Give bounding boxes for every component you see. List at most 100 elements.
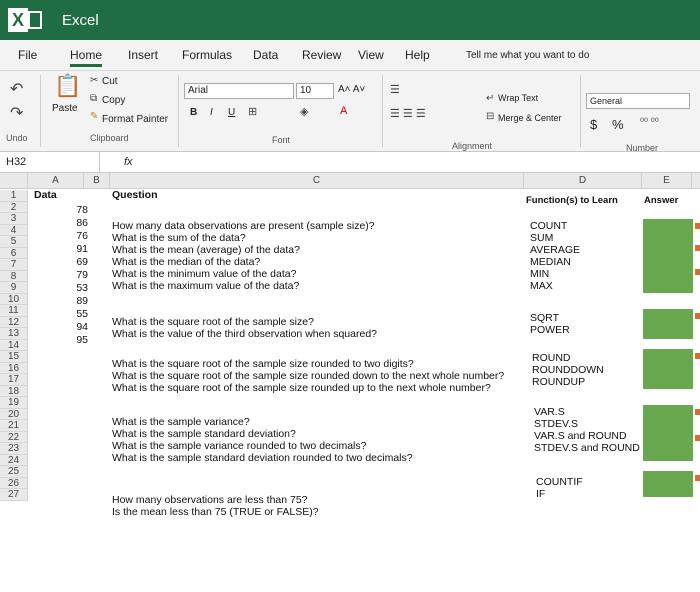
- question-cell[interactable]: Is the mean less than 75 (TRUE or FALSE)…: [112, 506, 319, 519]
- currency-button[interactable]: $: [590, 117, 597, 132]
- answer-cells-block-3[interactable]: [643, 349, 693, 389]
- answer-cells-block-1[interactable]: [643, 219, 693, 293]
- align-top-icon[interactable]: ☰: [390, 83, 400, 96]
- row-header[interactable]: 21: [0, 420, 28, 432]
- question-cell[interactable]: What is the median of the data?: [112, 256, 260, 269]
- function-cell[interactable]: ROUND: [532, 352, 571, 365]
- function-cell[interactable]: MEDIAN: [530, 256, 571, 269]
- question-cell[interactable]: What is the sample variance?: [112, 416, 250, 429]
- question-cell[interactable]: What is the square root of the sample si…: [112, 382, 491, 395]
- undo-icon[interactable]: ↶: [10, 79, 23, 99]
- fx-icon[interactable]: fx: [124, 156, 133, 168]
- function-cell[interactable]: COUNTIF: [536, 476, 583, 489]
- data-cell[interactable]: 76: [28, 230, 88, 243]
- wrap-text-button[interactable]: Wrap Text: [498, 93, 538, 103]
- name-box[interactable]: H32: [0, 152, 100, 172]
- tab-formulas[interactable]: Formulas: [182, 48, 232, 62]
- function-cell[interactable]: SUM: [530, 232, 553, 245]
- row-header[interactable]: 19: [0, 397, 28, 409]
- row-header[interactable]: 16: [0, 362, 28, 374]
- tab-home[interactable]: Home: [70, 48, 103, 67]
- spreadsheet-grid[interactable]: A B C D E 1 2 3 4 5 6 7 8 9 10 11 12 13 …: [0, 173, 700, 592]
- question-cell[interactable]: What is the value of the third observati…: [112, 328, 377, 341]
- comment-marker[interactable]: [695, 435, 700, 441]
- column-header-e[interactable]: E: [642, 173, 692, 189]
- question-cell[interactable]: What is the mean (average) of the data?: [112, 244, 300, 257]
- row-header[interactable]: 4: [0, 224, 28, 236]
- question-cell[interactable]: What is the square root of the sample si…: [112, 370, 504, 383]
- row-header[interactable]: 1: [0, 190, 28, 202]
- row-header[interactable]: 23: [0, 443, 28, 455]
- row-header[interactable]: 14: [0, 339, 28, 351]
- function-cell[interactable]: VAR.S and ROUND: [534, 430, 627, 443]
- function-cell[interactable]: AVERAGE: [530, 244, 580, 257]
- decimal-icon[interactable]: ⁰⁰ ⁰⁰: [640, 117, 659, 128]
- header-question[interactable]: Question: [112, 189, 158, 202]
- select-all-corner[interactable]: [0, 173, 28, 189]
- question-cell[interactable]: What is the square root of the sample si…: [112, 316, 314, 329]
- tab-data[interactable]: Data: [253, 48, 278, 62]
- header-answer[interactable]: Answer: [644, 195, 678, 207]
- function-cell[interactable]: ROUNDDOWN: [532, 364, 604, 377]
- row-header[interactable]: 24: [0, 454, 28, 466]
- row-header[interactable]: 15: [0, 351, 28, 363]
- redo-icon[interactable]: ↷: [10, 103, 23, 123]
- column-header-c[interactable]: C: [110, 173, 524, 189]
- row-header[interactable]: 5: [0, 236, 28, 248]
- function-cell[interactable]: STDEV.S: [534, 418, 578, 431]
- header-data[interactable]: Data: [34, 189, 57, 202]
- tab-view[interactable]: View: [358, 48, 384, 62]
- data-cell[interactable]: 86: [28, 217, 88, 230]
- number-format-select[interactable]: General: [586, 93, 690, 109]
- row-header[interactable]: 10: [0, 293, 28, 305]
- comment-marker[interactable]: [695, 223, 700, 229]
- fill-color-icon[interactable]: ◈: [300, 105, 308, 118]
- paste-button[interactable]: Paste: [52, 103, 78, 114]
- row-header[interactable]: 7: [0, 259, 28, 271]
- function-cell[interactable]: MIN: [530, 268, 549, 281]
- copy-button[interactable]: Copy: [102, 95, 125, 106]
- row-header[interactable]: 22: [0, 431, 28, 443]
- tab-file[interactable]: File: [18, 48, 37, 62]
- column-header-f[interactable]: [692, 173, 700, 189]
- answer-cells-block-2[interactable]: [643, 309, 693, 339]
- data-cell[interactable]: 78: [28, 204, 88, 217]
- font-name-select[interactable]: Arial: [184, 83, 294, 99]
- question-cell[interactable]: What is the sample variance rounded to t…: [112, 440, 366, 453]
- align-left-icon[interactable]: ☰ ☰ ☰: [390, 107, 426, 120]
- percent-button[interactable]: %: [612, 117, 624, 132]
- column-header-b[interactable]: B: [84, 173, 110, 189]
- function-cell[interactable]: STDEV.S and ROUND: [534, 442, 640, 455]
- question-cell[interactable]: What is the maximum value of the data?: [112, 280, 299, 293]
- data-cell[interactable]: 95: [28, 334, 88, 347]
- comment-marker[interactable]: [695, 269, 700, 275]
- font-color-icon[interactable]: A: [340, 105, 347, 117]
- row-header[interactable]: 9: [0, 282, 28, 294]
- row-header[interactable]: 6: [0, 247, 28, 259]
- data-cell[interactable]: 53: [28, 282, 88, 295]
- font-grow-icon[interactable]: A˄ A˅: [338, 84, 365, 95]
- font-size-select[interactable]: 10: [296, 83, 334, 99]
- merge-center-button[interactable]: Merge & Center: [498, 113, 562, 123]
- tab-insert[interactable]: Insert: [128, 48, 158, 62]
- cut-button[interactable]: Cut: [102, 76, 118, 87]
- data-cell[interactable]: 69: [28, 256, 88, 269]
- paste-icon[interactable]: 📋: [54, 73, 81, 99]
- italic-button[interactable]: I: [210, 107, 213, 118]
- question-cell[interactable]: What is the minimum value of the data?: [112, 268, 296, 281]
- column-header-a[interactable]: A: [28, 173, 84, 189]
- row-header[interactable]: 26: [0, 477, 28, 489]
- question-cell[interactable]: What is the square root of the sample si…: [112, 358, 414, 371]
- row-header[interactable]: 11: [0, 305, 28, 317]
- question-cell[interactable]: What is the sum of the data?: [112, 232, 246, 245]
- function-cell[interactable]: IF: [536, 488, 545, 501]
- tab-review[interactable]: Review: [302, 48, 341, 62]
- function-cell[interactable]: MAX: [530, 280, 553, 293]
- header-function[interactable]: Function(s) to Learn: [526, 195, 618, 207]
- comment-marker[interactable]: [695, 353, 700, 359]
- function-cell[interactable]: VAR.S: [534, 406, 565, 419]
- data-cell[interactable]: 55: [28, 308, 88, 321]
- row-header[interactable]: 13: [0, 328, 28, 340]
- tell-me-search[interactable]: Tell me what you want to do: [466, 50, 589, 61]
- comment-marker[interactable]: [695, 313, 700, 319]
